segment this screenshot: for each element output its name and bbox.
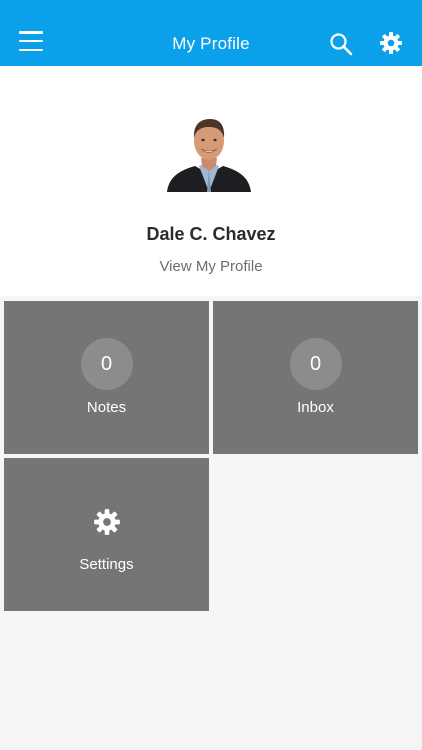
inbox-count-badge: 0 [289, 338, 342, 390]
tile-notes-label: Notes [86, 399, 127, 416]
tile-settings[interactable]: Settings [4, 458, 209, 611]
gear-icon [93, 509, 120, 535]
gear-icon[interactable] [379, 31, 403, 55]
tile-inbox-label: Inbox [297, 399, 334, 416]
app-header: My Profile [0, 0, 422, 66]
avatar[interactable] [163, 114, 255, 192]
tile-inbox[interactable]: 0 Inbox [213, 301, 418, 454]
profile-name: Dale C. Chavez [146, 224, 276, 244]
tile-settings-label: Settings [79, 556, 134, 573]
profile-card: Dale C. Chavez View My Profile [0, 66, 422, 296]
search-icon[interactable] [329, 32, 353, 56]
tile-notes[interactable]: 0 Notes [4, 301, 209, 454]
view-profile-link[interactable]: View My Profile [0, 258, 422, 275]
page-title: My Profile [172, 34, 250, 53]
notes-count-badge: 0 [80, 338, 133, 390]
